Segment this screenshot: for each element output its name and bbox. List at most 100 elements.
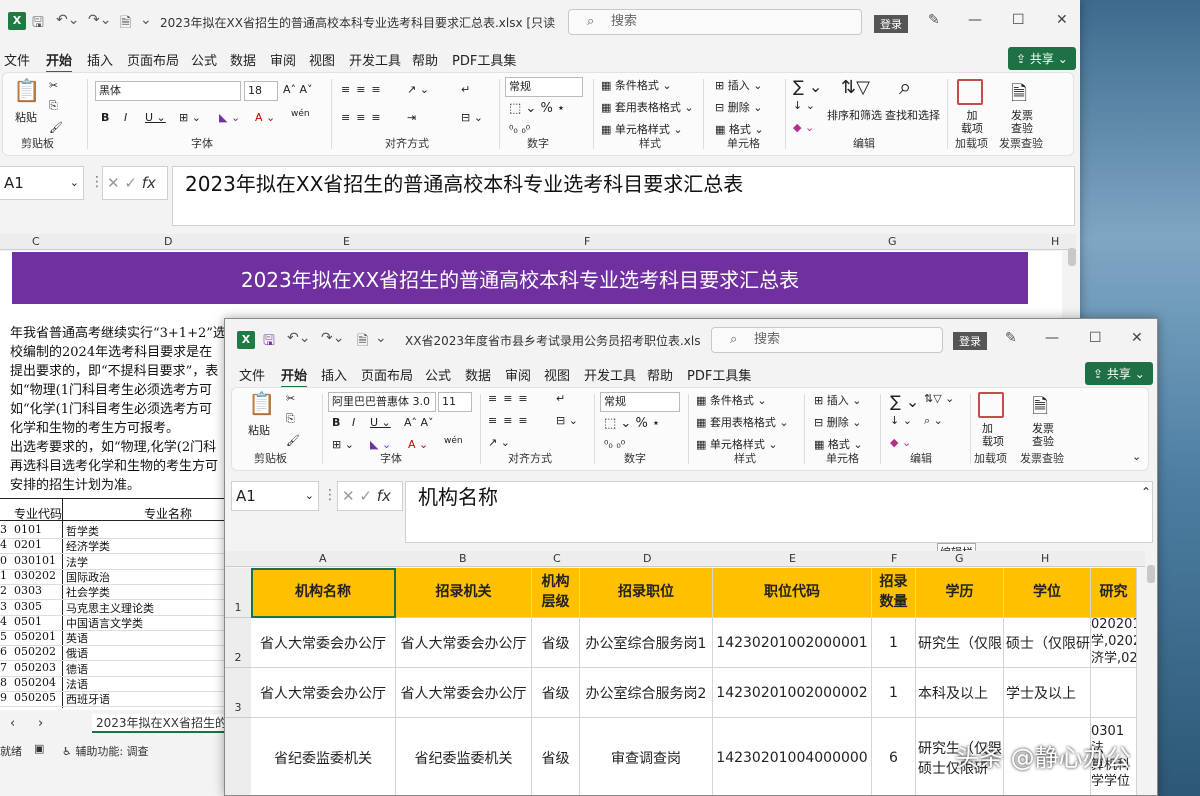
delete-button[interactable]: ⊟ 删除 ⌄ [715,99,762,115]
header-org-level[interactable]: 机构 层级 [532,568,580,618]
tab-help[interactable]: 帮助 [647,365,673,384]
tab-developer[interactable]: 开发工具 [584,365,636,384]
tab-pdf[interactable]: PDF工具集 [452,50,516,69]
tab-view[interactable]: 视图 [544,365,570,384]
pen-icon[interactable]: ✎ [928,12,940,28]
search-box[interactable]: ⌕ 搜索 [711,327,943,353]
wrap-text-icon[interactable]: ↵ [461,83,470,96]
sort-filter-icon[interactable]: ⇅▽ [841,77,870,98]
invoice-button[interactable]: 发票 查验 [1032,422,1054,448]
copy-icon[interactable]: ⎘ [49,99,58,113]
delete-button[interactable]: ⊟ 删除 ⌄ [814,414,861,430]
redo-icon[interactable]: ↷⌄ [321,330,344,346]
header-education[interactable]: 学历 [916,568,1004,618]
font-size-select[interactable]: 11 [438,392,472,412]
cell-degree[interactable]: 硕士（仅限研 [1004,618,1091,668]
print-preview-icon[interactable]: 🗎 [357,330,368,354]
find-select-icon[interactable]: ⌕ ⌄ [924,414,943,428]
font-color-icon[interactable]: A ⌄ [255,111,275,124]
tab-page-layout[interactable]: 页面布局 [361,365,413,384]
tab-developer[interactable]: 开发工具 [349,50,401,69]
font-color-icon[interactable]: A ⌄ [408,438,428,451]
cut-icon[interactable]: ✂ [286,392,295,405]
cell-position[interactable]: 办公室综合服务岗2 [580,668,713,718]
paste-icon[interactable]: 📋 [248,392,275,417]
row-header-2[interactable]: 2 [225,618,251,668]
cell-hire-count[interactable]: 6 [872,718,916,795]
tab-insert[interactable]: 插入 [321,365,347,384]
fill-color-icon[interactable]: ◣ ⌄ [219,111,240,124]
orientation-icon[interactable]: ↗ ⌄ [488,436,510,449]
header-degree[interactable]: 学位 [1004,568,1091,618]
tab-file[interactable]: 文件 [4,50,30,69]
increase-font-icon[interactable]: A˄ A˅ [404,416,434,429]
cell-org-name[interactable]: 省人大常委会办公厅 [251,618,396,668]
login-button[interactable]: 登录 [874,15,908,33]
collapse-ribbon-icon[interactable]: ⌄ [1132,450,1141,463]
header-position-code[interactable]: 职位代码 [713,568,872,618]
currency-icon[interactable]: ⬚ ⌄ % ⋆ [604,416,660,431]
cell-org-level[interactable]: 省级 [532,718,580,795]
tab-pdf[interactable]: PDF工具集 [687,365,751,384]
invoice-icon[interactable]: 🗎 [1032,392,1048,426]
conditional-format-button[interactable]: ▦ 条件格式 ⌄ [601,77,672,93]
tab-file[interactable]: 文件 [239,365,265,384]
maximize-button[interactable]: ☐ [1012,12,1025,28]
phonetic-icon[interactable]: wén [444,436,463,446]
bold-button[interactable]: B [332,416,340,429]
decimal-icon[interactable]: ⁰₀ ₀⁰ [604,438,625,451]
cell-position-code[interactable]: 14230201002000001 [713,618,872,668]
macro-icon[interactable]: ▣ [34,742,44,755]
merge-icon[interactable]: ⊟ ⌄ [556,414,578,427]
addins-button[interactable]: 加 载项 [961,109,983,135]
expand-formula-icon[interactable]: ⌃ [1141,485,1151,499]
pen-icon[interactable]: ✎ [1005,330,1017,346]
cell-major[interactable] [1091,668,1137,718]
header-major[interactable]: 研究 [1091,568,1137,618]
tab-help[interactable]: 帮助 [412,50,438,69]
cell-major[interactable]: 020201 学,0202 济学,02 [1091,618,1137,668]
cell-hiring-agency[interactable]: 省人大常委会办公厅 [396,618,532,668]
increase-font-icon[interactable]: A˄ A˅ [283,83,313,96]
share-button[interactable]: ⇪ 共享 ⌄ [1085,362,1153,385]
number-format-select[interactable]: 常规 [505,77,583,97]
save-icon[interactable]: 🖫 [32,12,44,36]
cell-hire-count[interactable]: 1 [872,668,916,718]
tab-data[interactable]: 数据 [230,50,256,69]
cell-org-level[interactable]: 省级 [532,618,580,668]
close-button[interactable]: ✕ [1131,330,1143,346]
next-sheet-icon[interactable]: › [38,716,43,731]
cell-education[interactable]: 研究生（仅限 [916,618,1004,668]
vertical-scrollbar[interactable] [1147,565,1155,583]
align-top-icons[interactable]: ≡≡≡ [341,83,387,96]
name-box[interactable]: A1 ⌄ [0,166,84,200]
addins-icon[interactable] [957,79,983,105]
addins-icon[interactable] [978,392,1004,418]
orientation-icon[interactable]: ↗ ⌄ [407,83,429,96]
sort-filter-icon[interactable]: ⇅▽ ⌄ [924,392,954,405]
number-format-select[interactable]: 常规 [600,392,680,412]
autosum-icon[interactable]: ∑ ⌄ [890,392,919,411]
undo-icon[interactable]: ↶⌄ [287,330,310,346]
tab-formulas[interactable]: 公式 [425,365,451,384]
align-left-icons[interactable]: ≡≡≡ [341,111,387,124]
cell-degree[interactable]: 学士及以上 [1004,668,1091,718]
merge-icon[interactable]: ⊟ ⌄ [461,111,483,124]
invoice-button[interactable]: 发票 查验 [1011,109,1033,135]
paste-button[interactable]: 粘贴 [15,109,37,125]
cell-org-level[interactable]: 省级 [532,668,580,718]
header-position[interactable]: 招录职位 [580,568,713,618]
table-format-button[interactable]: ▦ 套用表格格式 ⌄ [601,99,694,115]
format-painter-icon[interactable]: 🖌 [49,121,63,134]
fill-icon[interactable]: ↓ ⌄ [890,414,912,427]
maximize-button[interactable]: ☐ [1089,330,1102,346]
insert-button[interactable]: ⊞ 插入 ⌄ [715,77,762,93]
cell-position[interactable]: 审查调查岗 [580,718,713,795]
conditional-format-button[interactable]: ▦ 条件格式 ⌄ [696,392,767,408]
border-icon[interactable]: ⊞ ⌄ [332,438,354,451]
header-hiring-agency[interactable]: 招录机关 [396,568,532,618]
row-header-3[interactable]: 3 [225,668,251,718]
minimize-button[interactable]: — [1045,330,1059,346]
format-painter-icon[interactable]: 🖌 [286,434,300,447]
find-select-button[interactable]: 查找和选择 [885,107,940,123]
